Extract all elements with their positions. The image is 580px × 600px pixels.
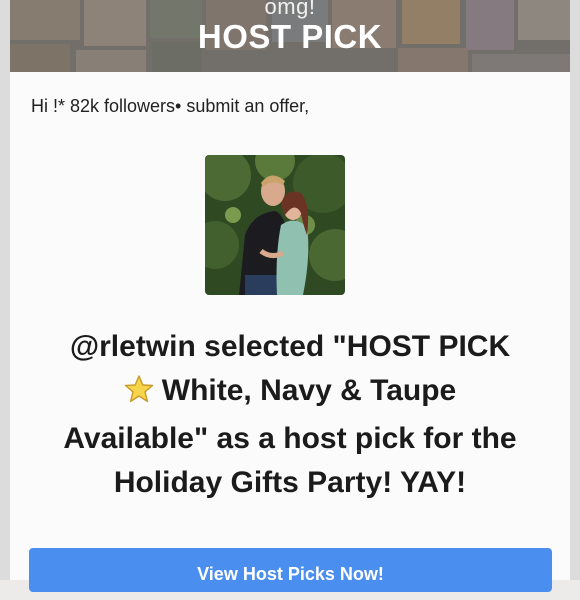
frame-left — [0, 0, 10, 580]
banner: omg! HOST PICK — [10, 0, 570, 72]
selection-line-1: @rletwin selected "HOST PICK — [69, 330, 511, 363]
couple-photo-image — [205, 155, 345, 295]
selection-line-2-text: White, Navy & Taupe — [161, 374, 457, 407]
star-icon — [124, 373, 154, 417]
greeting-text: Hi !* 82k followers• submit an offer, — [31, 96, 310, 116]
banner-eyebrow: omg! — [264, 0, 316, 19]
couple-photo — [205, 155, 345, 295]
selection-line-4: Holiday Gifts Party! YAY! — [113, 466, 467, 499]
selection-line-3: Available" as a host pick for the — [63, 422, 517, 455]
frame-right — [570, 0, 580, 580]
banner-title: HOST PICK — [197, 18, 383, 55]
host-pick-card: omg! HOST PICK Hi !* 82k followers• subm… — [10, 0, 570, 592]
view-host-picks-button[interactable]: View Host Picks Now! — [29, 548, 552, 592]
selection-line-2: White, Navy & Taupe — [22, 369, 558, 417]
selection-message: @rletwin selected "HOST PICK White, Navy… — [22, 325, 558, 505]
